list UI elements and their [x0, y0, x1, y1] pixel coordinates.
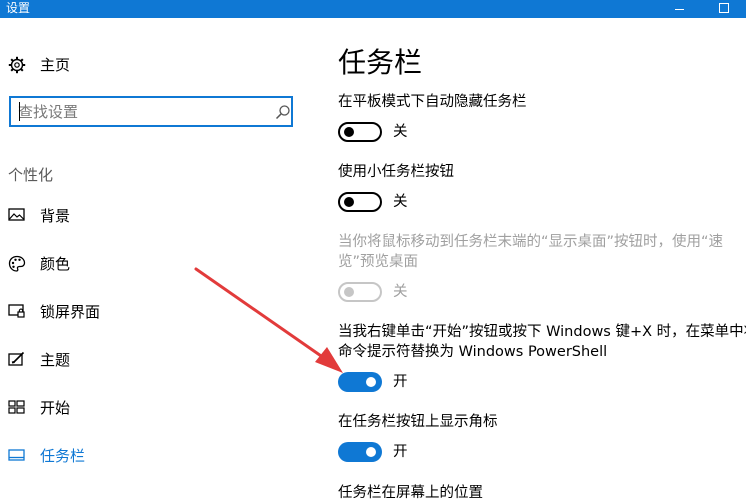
toggle-show-badges[interactable]	[338, 442, 382, 462]
sidebar-item-colors[interactable]: 颜色	[8, 252, 208, 276]
lock-screen-icon	[8, 303, 26, 323]
section-title: 个性化	[8, 166, 54, 184]
picture-icon	[8, 207, 26, 227]
toggle-small-taskbar-buttons[interactable]	[338, 192, 382, 212]
sidebar-item-label: 背景	[40, 207, 71, 225]
toggle-knob	[366, 447, 376, 457]
toggle-knob	[344, 127, 354, 137]
setting-label-show-badges: 在任务栏按钮上显示角标	[338, 414, 498, 430]
sidebar-item-themes[interactable]: 主题	[8, 348, 208, 372]
setting-label-hide-taskbar-tablet: 在平板模式下自动隐藏任务栏	[338, 94, 527, 110]
toggle-knob	[366, 377, 376, 387]
setting-label-peek-line1: 当你将鼠标移动到任务栏末端的“显示桌面”按钮时，使用“速	[338, 234, 724, 250]
sidebar-item-taskbar[interactable]: 任务栏	[8, 444, 208, 468]
start-icon	[8, 399, 26, 419]
sidebar-item-label: 颜色	[40, 255, 71, 273]
sidebar-item-label: 开始	[40, 399, 71, 417]
toggle-hide-taskbar-tablet[interactable]	[338, 122, 382, 142]
toggle-peek	[338, 282, 382, 302]
title-bar: 设置	[0, 0, 746, 18]
gear-icon	[8, 56, 26, 78]
sidebar-item-label: 锁屏界面	[40, 303, 101, 321]
toggle-state-label: 关	[393, 194, 408, 210]
sidebar-item-background[interactable]: 背景	[8, 204, 208, 228]
toggle-knob	[344, 197, 354, 207]
home-nav-item[interactable]: 主页	[8, 54, 128, 76]
toggle-state-label: 开	[393, 444, 408, 460]
setting-label-small-taskbar-buttons: 使用小任务栏按钮	[338, 164, 454, 180]
sidebar-item-label: 任务栏	[40, 447, 86, 465]
sidebar-item-start[interactable]: 开始	[8, 396, 208, 420]
page-title: 任务栏	[338, 46, 423, 79]
setting-label-taskbar-location: 任务栏在屏幕上的位置	[338, 485, 483, 501]
search-box[interactable]	[9, 96, 293, 127]
toggle-state-label: 关	[393, 284, 408, 300]
palette-icon	[8, 255, 26, 277]
search-icon[interactable]	[275, 104, 291, 124]
toggle-knob	[344, 287, 354, 297]
search-input[interactable]	[18, 101, 268, 122]
toggle-state-label: 关	[393, 124, 408, 140]
setting-label-powershell-line2: 命令提示符替换为 Windows PowerShell	[338, 344, 608, 360]
setting-label-powershell-line1: 当我右键单击“开始”按钮或按下 Windows 键+X 时，在菜单中将	[338, 324, 746, 340]
setting-label-peek-line2: 览”预览桌面	[338, 254, 419, 270]
toggle-powershell[interactable]	[338, 372, 382, 392]
sidebar: 主页 个性化 背景 颜色	[0, 18, 305, 493]
taskbar-icon	[8, 447, 26, 467]
text-caret	[19, 102, 20, 121]
sidebar-item-lock-screen[interactable]: 锁屏界面	[8, 300, 208, 324]
theme-icon	[8, 351, 26, 371]
window-title: 设置	[6, 1, 31, 15]
main-panel: 任务栏 在平板模式下自动隐藏任务栏 关 使用小任务栏按钮 关 当你将鼠标移动到任…	[330, 18, 746, 501]
minimize-button[interactable]	[668, 0, 690, 18]
maximize-button[interactable]	[712, 0, 734, 18]
sidebar-item-label: 主题	[40, 351, 71, 369]
home-label: 主页	[40, 56, 71, 74]
toggle-state-label: 开	[393, 374, 408, 390]
